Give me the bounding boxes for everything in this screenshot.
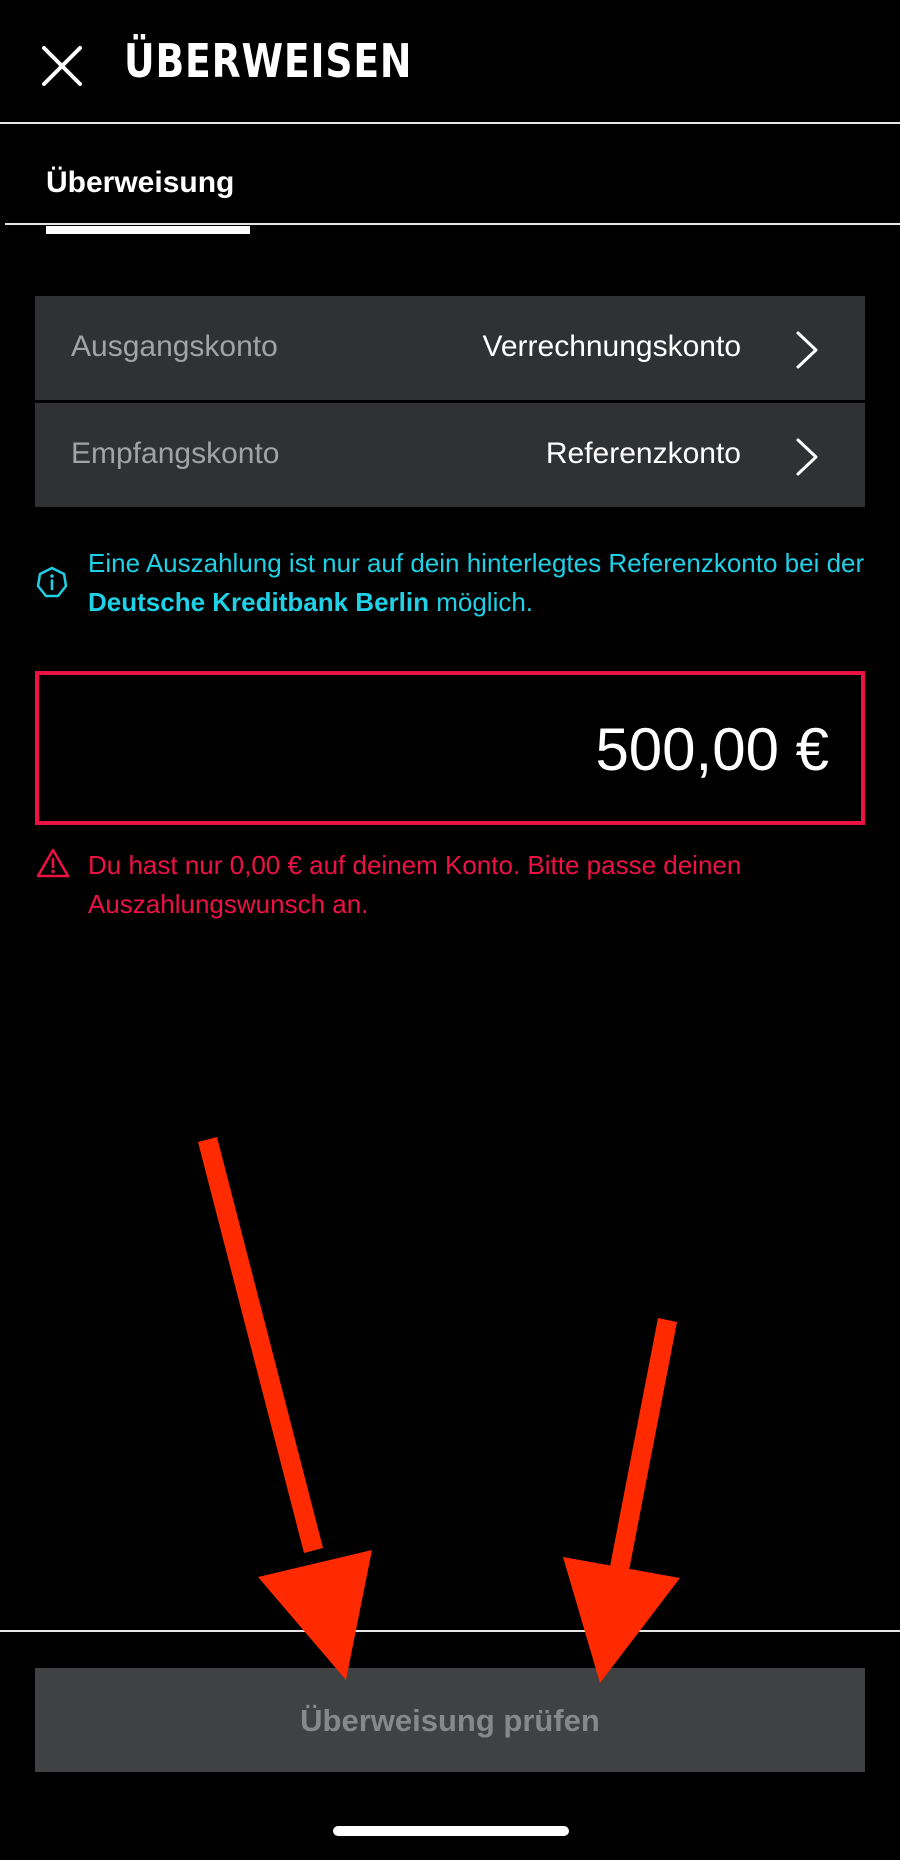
annotation-arrows (198, 1137, 680, 1683)
error-message: Du hast nur 0,00 € auf deinem Konto. Bit… (88, 850, 742, 919)
amount-value: 500,00 € (595, 716, 829, 783)
page-title: ÜBERWEISEN (124, 34, 413, 88)
amount-input[interactable]: 500,00 € (35, 671, 865, 825)
source-account-value: Verrechnungskonto (482, 330, 741, 363)
source-account-label: Ausgangskonto (71, 330, 278, 363)
info-text-start: Eine Auszahlung ist nur auf dein hinterl… (88, 548, 865, 578)
annotation-arrow-left (198, 1137, 372, 1680)
header-divider (0, 122, 900, 124)
tab-ueberweisung[interactable]: Überweisung (46, 166, 234, 200)
chevron-right-icon (796, 331, 818, 369)
tabs-divider (5, 223, 900, 225)
target-account-label: Empfangskonto (71, 437, 280, 470)
close-icon[interactable] (38, 42, 86, 90)
source-account-row[interactable]: Ausgangskonto Verrechnungskonto (35, 296, 865, 400)
target-account-row[interactable]: Empfangskonto Referenzkonto (35, 403, 865, 507)
info-bank-name: Deutsche Kreditbank Berlin (88, 587, 429, 617)
target-account-value: Referenzkonto (545, 437, 741, 470)
active-tab-indicator (46, 226, 250, 234)
home-indicator (333, 1826, 569, 1836)
chevron-right-icon (796, 438, 818, 476)
review-transfer-button[interactable]: Überweisung prüfen (35, 1668, 865, 1772)
info-message: Eine Auszahlung ist nur auf dein hinterl… (88, 544, 868, 622)
warning-icon (36, 848, 70, 878)
app-header: ÜBERWEISEN (0, 0, 900, 124)
annotation-arrow-right (563, 1318, 680, 1683)
info-text-end: möglich. (428, 587, 534, 617)
info-icon (36, 566, 68, 598)
footer-divider (0, 1630, 900, 1632)
